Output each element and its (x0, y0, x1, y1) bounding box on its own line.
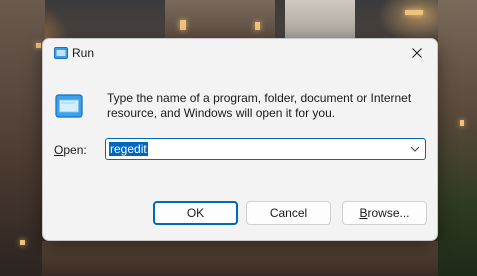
wallpaper-light (405, 10, 423, 15)
window-title: Run (72, 46, 95, 60)
open-label: Open: (54, 143, 87, 157)
run-icon (55, 94, 83, 118)
open-input[interactable]: regedit (109, 142, 148, 156)
dialog-description: Type the name of a program, folder, docu… (107, 91, 412, 120)
cancel-button[interactable]: Cancel (246, 201, 331, 225)
wallpaper-light (36, 43, 41, 48)
chevron-down-icon[interactable] (409, 144, 421, 154)
wallpaper-stairs (42, 241, 438, 276)
run-dialog: Run Type the name of a program, folder, … (42, 38, 438, 241)
ok-button[interactable]: OK (153, 201, 238, 225)
browse-button[interactable]: Browse... (342, 201, 427, 225)
wallpaper-light (255, 22, 260, 30)
close-button[interactable] (403, 42, 431, 64)
open-combobox[interactable]: regedit (105, 138, 426, 160)
open-label-accesskey: O (54, 143, 64, 157)
open-label-rest: pen: (63, 143, 87, 157)
wallpaper-light (20, 240, 25, 245)
wallpaper-church (165, 0, 275, 38)
run-icon (54, 47, 68, 59)
wallpaper-building-left (0, 0, 45, 276)
wallpaper-light (180, 20, 186, 30)
wallpaper-white-building (285, 0, 355, 38)
close-icon (412, 48, 422, 58)
desktop-background: Run Type the name of a program, folder, … (0, 0, 477, 276)
wallpaper-building-right (438, 0, 477, 276)
title-bar[interactable]: Run (43, 39, 437, 69)
browse-accesskey: B (359, 206, 368, 220)
browse-label-rest: rowse... (367, 206, 410, 220)
wallpaper-light (460, 120, 464, 126)
